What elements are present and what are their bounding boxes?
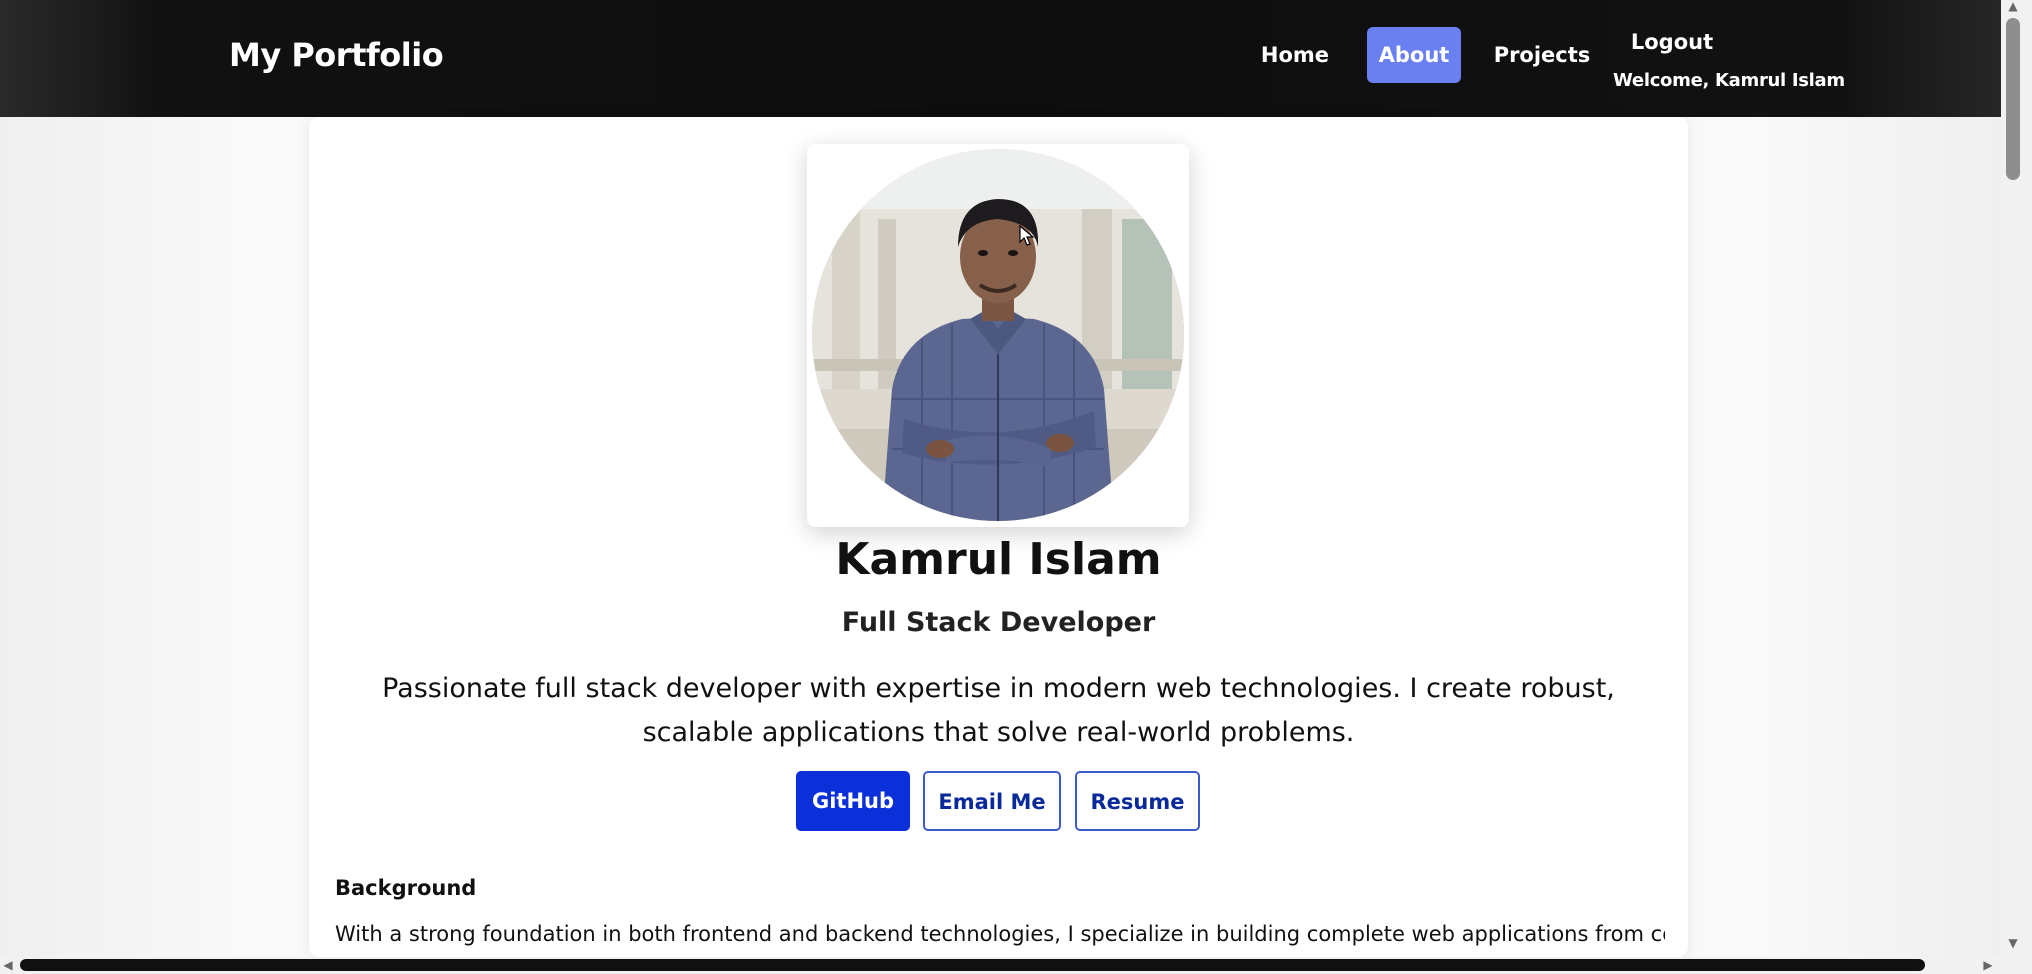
top-navbar: My Portfolio Home About Projects Logout … xyxy=(0,0,2001,117)
email-me-button[interactable]: Email Me xyxy=(923,771,1061,831)
nav-about[interactable]: About xyxy=(1367,27,1461,83)
background-heading: Background xyxy=(335,876,477,900)
profile-name: Kamrul Islam xyxy=(835,534,1162,585)
nav-projects[interactable]: Projects xyxy=(1492,27,1592,83)
profile-bio: Passionate full stack developer with exp… xyxy=(382,673,1615,748)
nav-home[interactable]: Home xyxy=(1252,27,1338,83)
profile-photo-frame xyxy=(807,144,1189,527)
vertical-scrollbar-thumb[interactable] xyxy=(2006,18,2020,180)
brand-logo[interactable]: My Portfolio xyxy=(229,36,444,74)
scroll-left-arrow-icon[interactable]: ◀ xyxy=(2,958,14,972)
scrollbar-corner xyxy=(2001,957,2032,974)
logout-button[interactable]: Logout xyxy=(1624,22,1720,62)
scroll-up-arrow-icon[interactable]: ▲ xyxy=(2006,0,2020,12)
scroll-right-arrow-icon[interactable]: ▶ xyxy=(1982,958,1994,972)
resume-button[interactable]: Resume xyxy=(1075,771,1200,831)
profile-role: Full Stack Developer xyxy=(841,607,1156,638)
horizontal-scrollbar-thumb[interactable] xyxy=(20,959,1925,971)
mouse-cursor-icon xyxy=(1019,225,1035,246)
profile-photo xyxy=(812,149,1184,521)
scroll-down-arrow-icon[interactable]: ▼ xyxy=(2006,937,2020,949)
background-text: With a strong foundation in both fronten… xyxy=(335,922,1665,946)
welcome-message: Welcome, Kamrul Islam xyxy=(1613,70,1845,91)
github-button[interactable]: GitHub xyxy=(796,771,910,831)
